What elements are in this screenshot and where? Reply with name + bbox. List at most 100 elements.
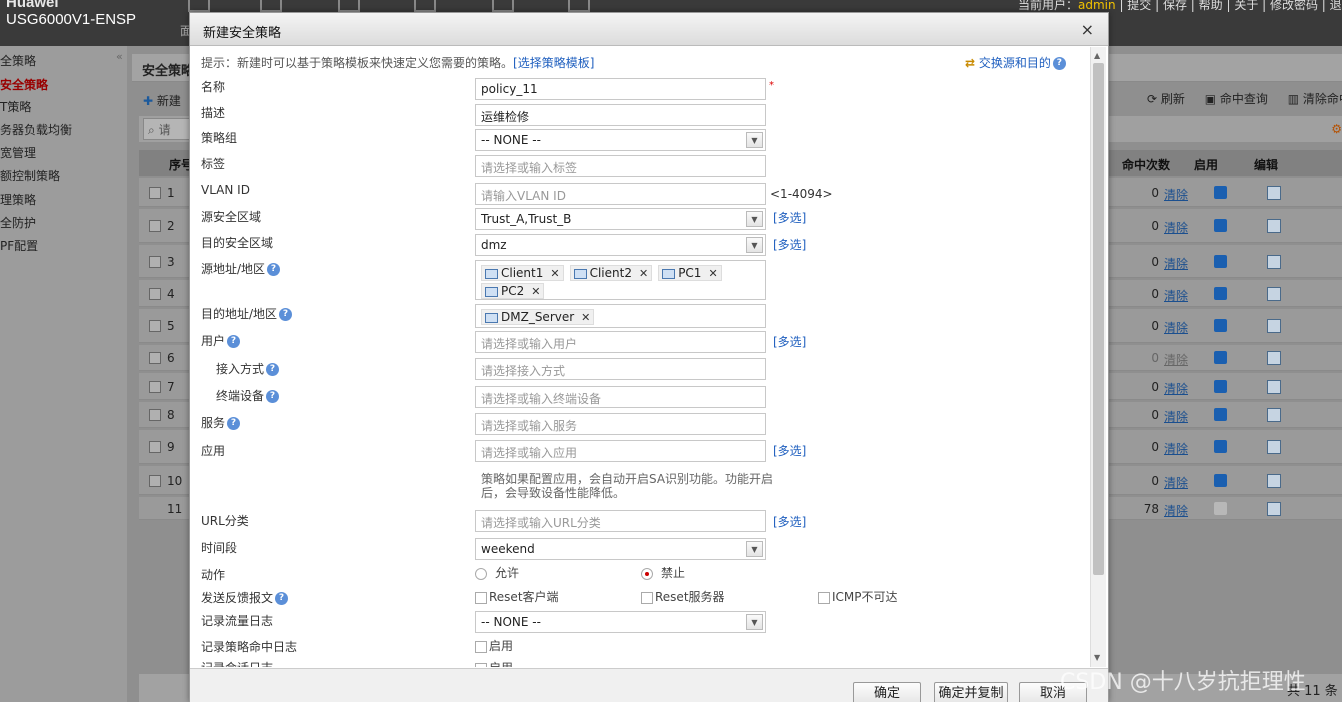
row-enable-checkbox[interactable] xyxy=(1214,351,1227,364)
scroll-down-icon[interactable]: ▼ xyxy=(1094,653,1100,662)
dialog-header[interactable]: 新建安全策略 × xyxy=(190,13,1108,46)
row-checkbox[interactable] xyxy=(149,381,161,393)
new-policy-button[interactable]: ✚ 新建 xyxy=(143,92,181,109)
hit-log-enable-checkbox[interactable]: 启用 xyxy=(475,637,513,654)
source-zone-multi-select[interactable]: [多选] xyxy=(773,209,806,226)
clear-hits-button[interactable]: ▥ 清除命中查 xyxy=(1288,92,1342,106)
help-icon[interactable]: ? xyxy=(266,363,280,376)
nav-item-proxy-policy[interactable]: 理策略 xyxy=(0,191,36,208)
edit-icon[interactable] xyxy=(1267,474,1281,488)
application-input[interactable]: 请选择或输入应用 xyxy=(475,440,766,462)
tag-input[interactable]: 请选择或输入标签 xyxy=(475,155,766,177)
chevron-down-icon[interactable]: ▼ xyxy=(746,614,763,630)
row-enable-checkbox[interactable] xyxy=(1214,219,1227,232)
row-checkbox[interactable] xyxy=(149,320,161,332)
row-enable-checkbox[interactable] xyxy=(1214,287,1227,300)
ok-and-copy-button[interactable]: 确定并复制 xyxy=(934,682,1008,702)
row-clear-link[interactable]: 清除 xyxy=(1164,255,1188,272)
radio-circle[interactable] xyxy=(475,567,487,580)
policy-icon[interactable] xyxy=(338,0,360,12)
row-clear-link[interactable]: 清除 xyxy=(1164,440,1188,457)
terminal-device-input[interactable]: 请选择或输入终端设备 xyxy=(475,386,766,408)
action-deny-radio[interactable]: 禁止 xyxy=(641,564,685,581)
row-checkbox[interactable] xyxy=(149,475,161,487)
nav-item-bandwidth[interactable]: 宽管理 xyxy=(0,144,36,161)
destination-zone-multi-select[interactable]: [多选] xyxy=(773,236,806,253)
edit-icon[interactable] xyxy=(1267,186,1281,200)
edit-icon[interactable] xyxy=(1267,440,1281,454)
nav-item-aspf[interactable]: PF配置 xyxy=(0,237,38,254)
monitor-icon[interactable] xyxy=(260,0,282,12)
user-multi-select[interactable]: [多选] xyxy=(773,333,806,350)
collapse-icon[interactable]: « xyxy=(116,50,123,63)
edit-icon[interactable] xyxy=(1267,255,1281,269)
row-enable-checkbox[interactable] xyxy=(1214,474,1227,487)
row-clear-link[interactable]: 清除 xyxy=(1164,502,1188,519)
checkbox-box[interactable] xyxy=(641,591,653,604)
dashboard-icon[interactable] xyxy=(188,0,210,12)
network-icon[interactable] xyxy=(492,0,514,12)
row-checkbox[interactable] xyxy=(149,288,161,300)
row-clear-link[interactable]: 清除 xyxy=(1164,351,1188,368)
remove-tag-icon[interactable]: ✕ xyxy=(639,267,648,280)
row-clear-link[interactable]: 清除 xyxy=(1164,474,1188,491)
checkbox-box[interactable] xyxy=(475,591,487,604)
settings-icon[interactable]: ⚙ xyxy=(1331,122,1342,136)
row-checkbox[interactable] xyxy=(149,220,161,232)
row-enable-checkbox[interactable] xyxy=(1214,380,1227,393)
edit-icon[interactable] xyxy=(1267,408,1281,422)
row-enable-checkbox[interactable] xyxy=(1214,255,1227,268)
object-icon[interactable] xyxy=(414,0,436,12)
source-address-tags[interactable]: Client1 ✕ Client2 ✕ PC1 ✕ PC2 ✕ xyxy=(475,260,766,300)
row-checkbox[interactable] xyxy=(149,187,161,199)
vlan-input[interactable]: 请输入VLAN ID xyxy=(475,183,766,205)
service-input[interactable]: 请选择或输入服务 xyxy=(475,413,766,435)
reset-server-checkbox[interactable]: Reset服务器 xyxy=(641,588,725,605)
help-icon[interactable]: ? xyxy=(227,417,241,430)
select-template-link[interactable]: [选择策略模板] xyxy=(513,56,594,70)
description-input[interactable]: 运维检修 xyxy=(475,104,766,126)
radio-circle[interactable] xyxy=(641,567,653,580)
edit-icon[interactable] xyxy=(1267,219,1281,233)
session-log-enable-checkbox[interactable]: 启用 xyxy=(475,659,513,667)
edit-icon[interactable] xyxy=(1267,319,1281,333)
row-clear-link[interactable]: 清除 xyxy=(1164,219,1188,236)
edit-icon[interactable] xyxy=(1267,380,1281,394)
url-category-input[interactable]: 请选择或输入URL分类 xyxy=(475,510,766,532)
row-clear-link[interactable]: 清除 xyxy=(1164,319,1188,336)
traffic-log-select[interactable]: -- NONE -- ▼ xyxy=(475,611,766,633)
url-category-multi-select[interactable]: [多选] xyxy=(773,513,806,530)
row-enable-checkbox[interactable] xyxy=(1214,186,1227,199)
remove-tag-icon[interactable]: ✕ xyxy=(581,311,590,324)
chevron-down-icon[interactable]: ▼ xyxy=(746,237,763,253)
access-mode-input[interactable]: 请选择接入方式 xyxy=(475,358,766,380)
help-icon[interactable]: ? xyxy=(227,335,241,348)
nav-item-server-load-balance[interactable]: 务器负载均衡 xyxy=(0,121,72,138)
checkbox-box[interactable] xyxy=(818,591,830,604)
ok-button[interactable]: 确定 xyxy=(853,682,921,702)
icmp-unreachable-checkbox[interactable]: ICMP不可达 xyxy=(818,588,898,605)
row-enable-checkbox[interactable] xyxy=(1214,319,1227,332)
time-range-select[interactable]: weekend ▼ xyxy=(475,538,766,560)
nav-item-security-policy-group[interactable]: 全策略 xyxy=(0,52,36,69)
application-multi-select[interactable]: [多选] xyxy=(773,442,806,459)
hit-query-button[interactable]: ▣ 命中查询 xyxy=(1205,92,1276,106)
row-checkbox[interactable] xyxy=(149,256,161,268)
help-icon[interactable]: ? xyxy=(266,390,280,403)
search-input[interactable]: ⌕ 请 xyxy=(143,118,193,140)
chevron-down-icon[interactable]: ▼ xyxy=(746,541,763,557)
row-clear-link[interactable]: 清除 xyxy=(1164,287,1188,304)
help-icon[interactable]: ? xyxy=(279,308,293,321)
help-icon[interactable]: ? xyxy=(267,263,281,276)
edit-icon[interactable] xyxy=(1267,502,1281,516)
close-icon[interactable]: × xyxy=(1081,20,1094,39)
swap-src-dst-button[interactable]: ⇄ 交换源和目的? xyxy=(965,54,1066,71)
row-enable-checkbox[interactable] xyxy=(1214,408,1227,421)
dialog-scrollbar[interactable]: ▲ ▼ xyxy=(1090,47,1106,667)
nav-item-security-protection[interactable]: 全防护 xyxy=(0,214,36,231)
nav-item-security-policy[interactable]: 安全策略 xyxy=(0,76,48,93)
scroll-thumb[interactable] xyxy=(1093,63,1104,575)
source-zone-select[interactable]: Trust_A,Trust_B ▼ xyxy=(475,208,766,230)
edit-icon[interactable] xyxy=(1267,351,1281,365)
nav-item-nat-policy[interactable]: T策略 xyxy=(0,98,31,115)
